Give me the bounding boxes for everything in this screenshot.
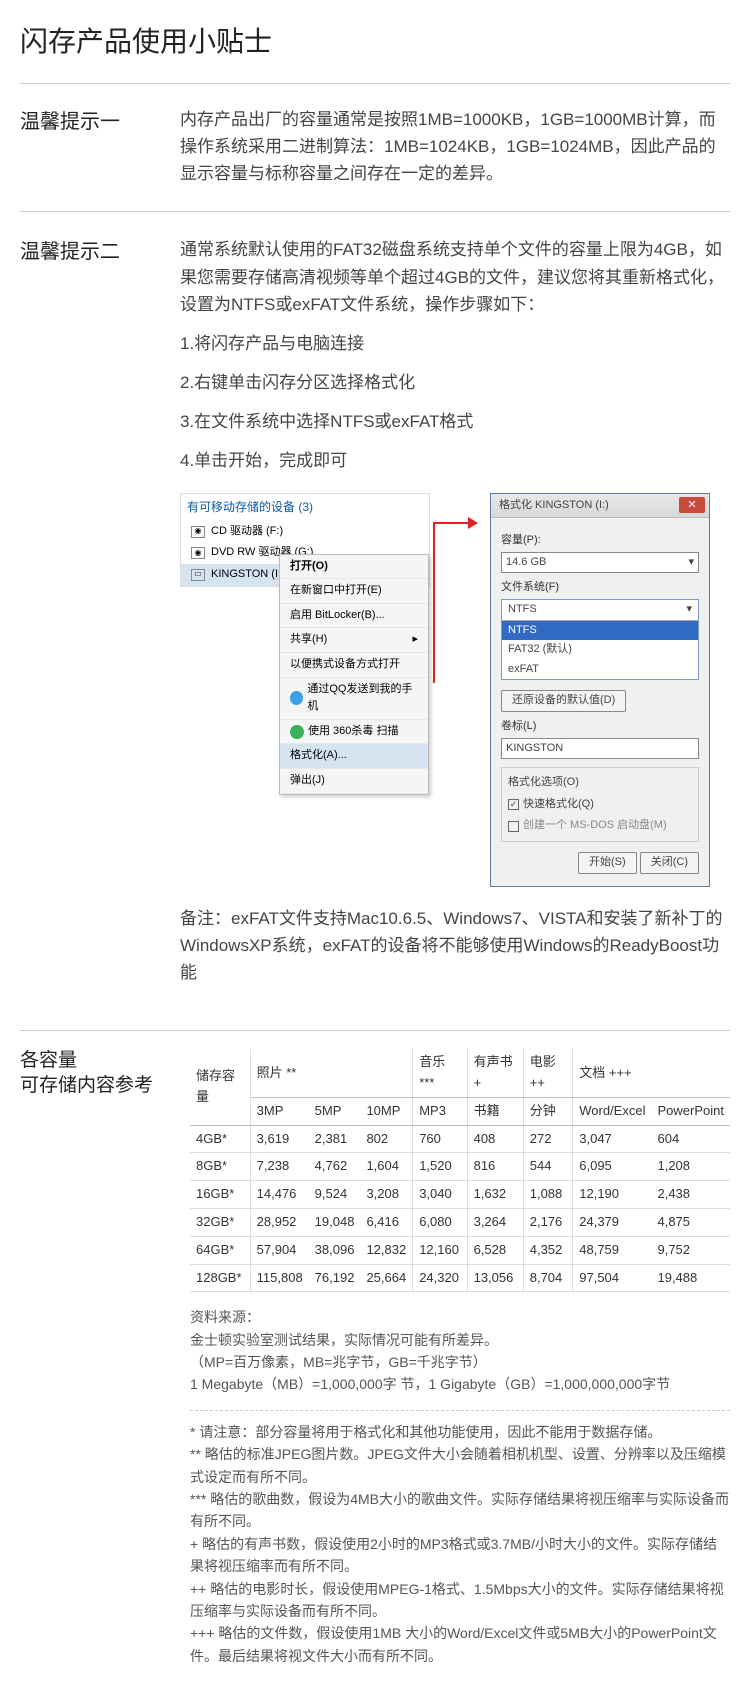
format-options-label: 格式化选项(O) [508, 774, 692, 792]
fs-opt-fat32[interactable]: FAT32 (默认) [502, 640, 698, 660]
volume-input[interactable]: KINGSTON [501, 738, 699, 760]
drive-icon: ▭ [191, 569, 205, 581]
disc-icon: ◉ [191, 547, 205, 559]
ctx-360scan[interactable]: 使用 360杀毒 扫描 [280, 720, 428, 745]
drive-cd-label: CD 驱动器 (F:) [211, 523, 283, 541]
ctx-open-new[interactable]: 在新窗口中打开(E) [280, 579, 428, 604]
tip-two: 温馨提示二 通常系统默认使用的FAT32磁盘系统支持单个文件的容量上限为4GB，… [20, 236, 730, 1006]
disc-icon: ◉ [191, 526, 205, 538]
quick-format-checkbox[interactable]: ✓ [508, 799, 519, 810]
fs-opt-ntfs[interactable]: NTFS [502, 621, 698, 641]
screenshot-region: 有可移动存储的设备 (3) ◉ CD 驱动器 (F:) ◉ DVD RW 驱动器… [180, 493, 730, 887]
page-title: 闪存产品使用小贴士 [20, 20, 730, 84]
explorer-header: 有可移动存储的设备 (3) [181, 494, 429, 521]
ctx-qq-send[interactable]: 通过QQ发送到我的手机 [280, 678, 428, 720]
ctx-format[interactable]: 格式化(A)... [280, 744, 428, 769]
dialog-title: 格式化 KINGSTON (I:) [499, 497, 609, 515]
ctx-bitlocker[interactable]: 启用 BitLocker(B)... [280, 604, 428, 629]
fs-opt-exfat[interactable]: exFAT [502, 660, 698, 680]
capacity-select[interactable]: 14.6 GB▾ [501, 552, 699, 574]
table-row: 128GB*115,80876,19225,66424,32013,0568,7… [190, 1264, 730, 1292]
tip-one-label: 温馨提示一 [20, 106, 180, 188]
table-row: 4GB*3,6192,3818027604082723,047604 [190, 1125, 730, 1153]
close-dialog-button[interactable]: 关闭(C) [640, 852, 699, 874]
ctx-portable[interactable]: 以便携式设备方式打开 [280, 653, 428, 678]
explorer-panel: 有可移动存储的设备 (3) ◉ CD 驱动器 (F:) ◉ DVD RW 驱动器… [180, 493, 430, 587]
tip-one: 温馨提示一 内存产品出厂的容量通常是按照1MB=1000KB，1GB=1000M… [20, 106, 730, 213]
capacity-table: 储存容量 照片 ** 音乐 *** 有声书 + 电影 ++ 文档 +++ 3MP… [190, 1049, 730, 1292]
shield-icon [290, 725, 304, 739]
start-button[interactable]: 开始(S) [578, 852, 637, 874]
close-button[interactable]: ✕ [679, 497, 705, 513]
capacity-table-section: 各容量 可存储内容参考 储存容量 照片 ** 音乐 *** 有声书 + 电影 +… [20, 1030, 730, 1667]
format-dialog: 格式化 KINGSTON (I:) ✕ 容量(P): 14.6 GB▾ 文件系统… [490, 493, 710, 887]
table-row: 8GB*7,2384,7621,6041,5208165446,0951,208 [190, 1153, 730, 1181]
filesystem-label: 文件系统(F) [501, 579, 699, 597]
step-3: 3.在文件系统中选择NTFS或exFAT格式 [180, 408, 730, 435]
ctx-open[interactable]: 打开(O) [280, 555, 428, 580]
filesystem-select[interactable]: NTFS▾ NTFS FAT32 (默认) exFAT [501, 599, 699, 680]
data-source: 资料来源： 金士顿实验室测试结果，实际情况可能有所差异。 （MP=百万像素，MB… [190, 1306, 730, 1396]
step-4: 4.单击开始，完成即可 [180, 447, 730, 474]
chevron-down-icon: ▾ [686, 601, 692, 619]
context-menu: 打开(O) 在新窗口中打开(E) 启用 BitLocker(B)... 共享(H… [279, 554, 429, 795]
tip-two-intro: 通常系统默认使用的FAT32磁盘系统支持单个文件的容量上限为4GB，如果您需要存… [180, 236, 730, 318]
step-1: 1.将闪存产品与电脑连接 [180, 330, 730, 357]
ctx-share[interactable]: 共享(H)▸ [280, 628, 428, 653]
tip-two-label: 温馨提示二 [20, 236, 180, 998]
drive-kingston-label: KINGSTON (I:) [211, 566, 285, 584]
col-storage: 储存容量 [190, 1049, 250, 1125]
col-audiobook: 有声书 + [467, 1049, 523, 1097]
qq-icon [290, 691, 303, 705]
ctx-eject[interactable]: 弹出(J) [280, 769, 428, 794]
quick-format-label: 快速格式化(Q) [523, 796, 594, 814]
table-row: 16GB*14,4769,5243,2083,0401,6321,08812,1… [190, 1181, 730, 1209]
volume-label: 卷标(L) [501, 718, 699, 736]
restore-defaults-button[interactable]: 还原设备的默认值(D) [501, 690, 626, 712]
chevron-down-icon: ▾ [688, 554, 694, 572]
arrow-indicator [442, 493, 478, 633]
table-row: 32GB*28,95219,0486,4166,0803,2642,17624,… [190, 1208, 730, 1236]
col-photo: 照片 ** [250, 1049, 413, 1097]
table-section-label: 各容量 可存储内容参考 [20, 1049, 190, 1667]
capacity-label: 容量(P): [501, 532, 699, 550]
exfat-note: 备注：exFAT文件支持Mac10.6.5、Windows7、VISTA和安装了… [180, 905, 730, 987]
drive-cd[interactable]: ◉ CD 驱动器 (F:) [181, 521, 429, 543]
msdos-checkbox[interactable] [508, 821, 519, 832]
col-music: 音乐 *** [413, 1049, 467, 1097]
col-document: 文档 +++ [573, 1049, 730, 1097]
table-row: 64GB*57,90438,09612,83212,1606,5284,3524… [190, 1236, 730, 1264]
msdos-label: 创建一个 MS-DOS 启动盘(M) [523, 817, 667, 835]
col-movie: 电影 ++ [523, 1049, 573, 1097]
step-2: 2.右键单击闪存分区选择格式化 [180, 369, 730, 396]
tip-one-body: 内存产品出厂的容量通常是按照1MB=1000KB，1GB=1000MB计算，而操… [180, 106, 730, 188]
footnotes: * 请注意：部分容量将用于格式化和其他功能使用，因此不能用于数据存储。 ** 略… [190, 1410, 730, 1667]
